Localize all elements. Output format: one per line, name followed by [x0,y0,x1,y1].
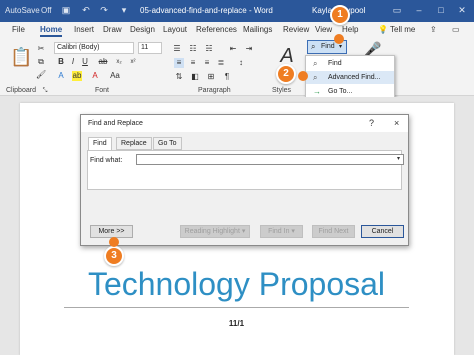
align-center-icon[interactable]: ≡ [188,58,198,68]
more-button[interactable]: More >> [90,225,133,238]
tab-layout[interactable]: Layout [163,25,187,34]
find-icon: ⌕ [313,59,318,68]
format-painter-icon[interactable]: 🖌 [36,70,46,80]
clipboard-launcher-icon[interactable]: ⤡ [40,86,50,96]
dialog-help-button[interactable]: ? [369,118,374,128]
dialog-title: Find and Replace [88,120,143,127]
find-in-button[interactable]: Find In ▾ [260,225,303,238]
minimize-icon[interactable]: – [413,4,425,16]
find-next-button[interactable]: Find Next [312,225,355,238]
tab-help[interactable]: Help [342,25,358,34]
menu-item-advanced-find[interactable]: ⌕ Advanced Find... [306,71,394,84]
comment-icon[interactable]: ▭ [452,25,460,34]
tell-me-search[interactable]: Tell me [390,25,415,34]
share-icon[interactable]: ⇪ [430,25,437,34]
title-bar: AutoSave Off ▣ ↶ ↷ ▾ 05-advanced-find-an… [0,0,474,22]
menu-item-find[interactable]: ⌕ Find [306,57,394,70]
highlight-icon[interactable]: ab [72,71,82,81]
cancel-button[interactable]: Cancel [361,225,404,238]
close-icon[interactable]: ✕ [456,4,468,16]
strikethrough-icon[interactable]: ab [98,57,108,67]
increase-indent-icon[interactable]: ⇥ [244,44,254,54]
sort-icon[interactable]: ⇅ [174,72,184,82]
menu-item-find-label: Find [328,60,342,67]
group-clipboard-label: Clipboard [6,87,36,94]
tab-home[interactable]: Home [40,25,63,37]
find-dropdown-arrow-icon: ▾ [339,44,343,50]
tab-find[interactable]: Find [88,137,112,151]
menu-item-advanced-find-label: Advanced Find... [328,74,381,81]
font-size-box[interactable]: 11 [138,42,162,54]
ribbon-tabs: File Home Insert Draw Design Layout Refe… [0,22,474,40]
customize-qat-icon[interactable]: ▾ [118,4,130,16]
tab-references[interactable]: References [196,25,237,34]
menu-item-go-to-label: Go To... [328,88,353,95]
bold-icon[interactable]: B [56,57,66,67]
find-button-label: Find [321,43,335,50]
paste-icon[interactable]: 📋 [10,46,32,68]
save-icon[interactable]: ▣ [60,4,72,16]
redo-icon[interactable]: ↷ [98,4,110,16]
find-dropdown-menu: ⌕ Find ⌕ Advanced Find... → Go To... [305,55,395,99]
justify-icon[interactable]: ≣ [216,58,226,68]
undo-icon[interactable]: ↶ [80,4,92,16]
shading-icon[interactable]: ◧ [190,72,200,82]
tab-draw[interactable]: Draw [103,25,122,34]
lightbulb-icon[interactable]: 💡 [378,25,388,34]
ribbon: 📋 ✂ ⧉ 🖌 Clipboard ⤡ Calibri (Body) 11 B … [0,40,474,96]
tab-insert[interactable]: Insert [74,25,94,34]
font-name-box[interactable]: Calibri (Body) [54,42,134,54]
font-color-icon[interactable]: A [90,71,100,81]
step-pointer-2 [298,71,308,81]
tab-mailings[interactable]: Mailings [243,25,272,34]
line-spacing-icon[interactable]: ↕ [236,58,246,68]
underline-icon[interactable]: U [80,57,90,67]
find-what-input[interactable]: ▾ [136,154,404,165]
reading-highlight-button[interactable]: Reading Highlight ▾ [180,225,250,238]
autosave-state[interactable]: Off [41,6,52,15]
find-what-label: Find what: [90,157,123,164]
text-effects-icon[interactable]: A [56,71,66,81]
group-font-label: Font [95,87,110,94]
grow-font-icon[interactable]: Aa [110,71,120,81]
decrease-indent-icon[interactable]: ⇤ [228,44,238,54]
tab-review[interactable]: Review [283,25,309,34]
autosave-label[interactable]: AutoSave [5,6,40,15]
heading-rule [64,307,409,308]
tab-go-to[interactable]: Go To [153,137,182,150]
borders-icon[interactable]: ⊞ [206,72,216,82]
document-heading[interactable]: Technology Proposal [64,266,409,303]
find-magnifier-icon: ⌕ [311,42,316,51]
ribbon-display-icon[interactable]: ▭ [391,4,403,16]
find-history-dropdown-icon[interactable]: ▾ [394,155,403,164]
document-date[interactable]: 11/1 [64,319,409,328]
dialog-close-button[interactable]: × [394,118,399,128]
step-pointer-3 [109,237,119,247]
cut-icon[interactable]: ✂ [36,44,46,54]
subscript-icon[interactable]: x₂ [114,57,124,67]
copy-icon[interactable]: ⧉ [36,57,46,67]
tab-replace[interactable]: Replace [116,137,152,150]
bullets-icon[interactable]: ☰ [172,44,182,54]
italic-icon[interactable]: I [68,57,78,67]
step-badge-3: 3 [104,246,124,266]
step-badge-2: 2 [276,64,296,84]
maximize-icon[interactable]: □ [435,4,447,16]
group-paragraph-label: Paragraph [198,87,231,94]
tab-design[interactable]: Design [130,25,155,34]
multilevel-list-icon[interactable]: ☵ [204,44,214,54]
step-pointer-1 [334,34,344,44]
group-styles-label: Styles [272,87,292,94]
advanced-find-icon: ⌕ [313,73,318,82]
align-left-icon[interactable]: ≡ [174,58,184,68]
align-right-icon[interactable]: ≡ [202,58,212,68]
document-title: 05-advanced-find-and-replace - Word [140,6,273,15]
tab-view[interactable]: View [315,25,332,34]
find-replace-dialog: Find and Replace ? × Find Replace Go To … [80,114,409,246]
superscript-icon[interactable]: x² [128,57,138,67]
step-badge-1: 1 [330,5,350,25]
numbering-icon[interactable]: ☷ [188,44,198,54]
show-marks-icon[interactable]: ¶ [222,72,232,82]
tab-file[interactable]: File [12,25,25,34]
